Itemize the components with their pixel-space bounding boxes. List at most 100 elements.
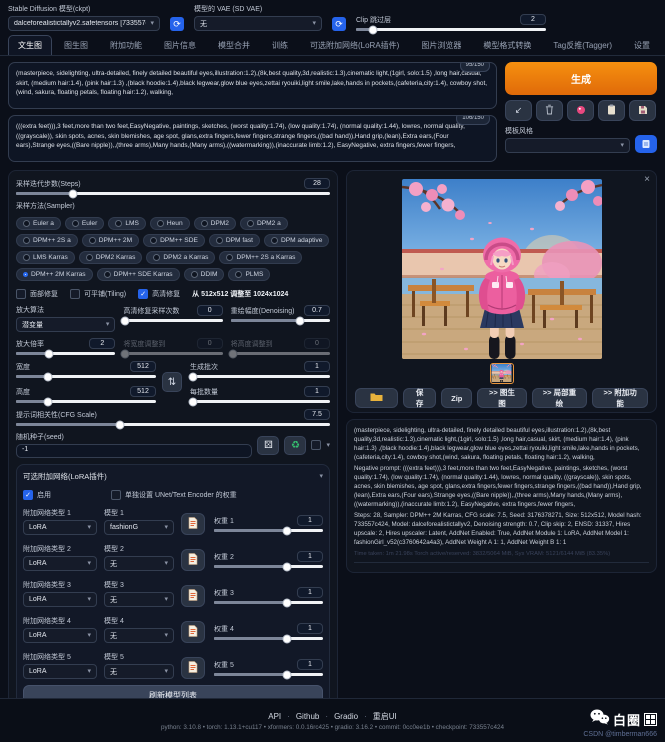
open-folder-button[interactable] xyxy=(355,388,398,408)
sampler-option-euler[interactable]: Euler xyxy=(65,217,104,230)
footer-link-重启ui[interactable]: 重启UI xyxy=(373,712,397,721)
slider-handle[interactable] xyxy=(283,598,292,607)
lora-weight-slider-4[interactable]: 权重 41 xyxy=(214,623,323,643)
lora-weight-slider-1[interactable]: 权重 11 xyxy=(214,515,323,535)
restore-faces-checkbox[interactable]: 面部修复 xyxy=(16,289,58,299)
style-select[interactable]: ▾ xyxy=(505,138,630,153)
zip-button[interactable]: Zip xyxy=(441,388,472,408)
sampler-option-dpm-2s-a-karras[interactable]: DPM++ 2S a Karras xyxy=(219,251,302,264)
slider-handle[interactable] xyxy=(283,562,292,571)
slider-value[interactable]: 1 xyxy=(297,587,323,598)
clip-skip-slider[interactable]: Clip 跳过层2 xyxy=(356,14,546,31)
collapse-icon[interactable]: ▾ xyxy=(319,473,323,480)
lora-model-1-select[interactable]: fashionG▾ xyxy=(104,520,174,535)
lora-model-file-button-3[interactable] xyxy=(181,585,205,607)
swap-dimensions-button[interactable]: ⇅ xyxy=(162,372,182,392)
read-params-button[interactable]: ↙ xyxy=(505,100,532,121)
lora-model-file-button-1[interactable] xyxy=(181,513,205,535)
negative-prompt-textarea[interactable]: 106/150 (((extra feet))),3 feet,more tha… xyxy=(8,115,497,162)
tab-pnginfo[interactable]: 图片信息 xyxy=(154,35,206,55)
slider-track[interactable] xyxy=(214,529,323,532)
gallery-thumbnail[interactable] xyxy=(490,363,514,384)
slider-handle[interactable] xyxy=(115,420,124,429)
random-seed-button[interactable]: ⚄ xyxy=(257,436,279,455)
slider-handle[interactable] xyxy=(121,316,130,325)
seed-extra-checkbox[interactable] xyxy=(311,440,321,450)
slider-value[interactable]: 1 xyxy=(297,623,323,634)
seed-input[interactable]: -1 xyxy=(16,444,252,458)
ckpt-refresh-button[interactable]: ⟳ xyxy=(170,17,184,31)
sampler-option-heun[interactable]: Heun xyxy=(150,217,190,230)
sampler-option-euler-a[interactable]: Euler a xyxy=(16,217,61,230)
sampler-option-ddim[interactable]: DDIM xyxy=(184,268,225,281)
lora-weight-slider-3[interactable]: 权重 31 xyxy=(214,587,323,607)
sampler-option-lms[interactable]: LMS xyxy=(108,217,146,230)
slider-track[interactable] xyxy=(356,28,546,31)
lora-model-file-button-4[interactable] xyxy=(181,621,205,643)
tab-tagger[interactable]: Tag反推(Tagger) xyxy=(543,35,622,55)
slider-handle[interactable] xyxy=(283,634,292,643)
lora-enable-checkbox[interactable]: ✓ 启用 xyxy=(23,490,51,500)
slider-handle[interactable] xyxy=(68,189,77,198)
slider-value[interactable]: 512 xyxy=(130,361,156,372)
batch-count-slider[interactable]: 生成批次1 xyxy=(190,361,330,378)
sampler-option-dpm-2m[interactable]: DPM++ 2M xyxy=(82,234,139,247)
slider-track[interactable] xyxy=(123,319,222,322)
tab-checkpoint-merger[interactable]: 模型合并 xyxy=(208,35,260,55)
slider-value[interactable]: 2 xyxy=(520,14,546,25)
send-to-img2img-button[interactable]: >> 图生图 xyxy=(477,388,526,408)
batch-size-slider[interactable]: 每批数量1 xyxy=(190,386,330,403)
width-slider[interactable]: 宽度512 xyxy=(16,361,156,378)
tab-model-converter[interactable]: 模型格式转换 xyxy=(473,35,541,55)
sampler-option-dpm2-a-karras[interactable]: DPM2 a Karras xyxy=(146,251,215,264)
send-to-extras-button[interactable]: >> 附加功能 xyxy=(592,388,648,408)
sampler-option-dpm-sde-karras[interactable]: DPM++ SDE Karras xyxy=(97,268,180,281)
sampler-option-dpm-adaptive[interactable]: DPM adaptive xyxy=(264,234,329,247)
slider-value[interactable]: 1 xyxy=(304,386,330,397)
lora-weight-slider-2[interactable]: 权重 21 xyxy=(214,551,323,571)
sampler-option-dpm-sde[interactable]: DPM++ SDE xyxy=(143,234,205,247)
slider-track[interactable] xyxy=(190,400,330,403)
tiling-checkbox[interactable]: 可平铺(Tiling) xyxy=(70,289,126,299)
lora-model-file-button-5[interactable] xyxy=(181,657,205,679)
slider-track[interactable] xyxy=(190,375,330,378)
sampler-option-dpm-2s-a[interactable]: DPM++ 2S a xyxy=(16,234,78,247)
slider-track[interactable] xyxy=(231,319,330,322)
upscale-by-slider[interactable]: 放大倍率2 xyxy=(16,338,115,355)
extra-networks-button[interactable] xyxy=(567,100,594,121)
steps-slider[interactable]: 采样迭代步数(Steps)28 xyxy=(16,178,330,195)
save-button[interactable]: 保存 xyxy=(403,388,436,408)
slider-value[interactable]: 1 xyxy=(297,515,323,526)
upscaler-select[interactable]: 潜变量 ▾ xyxy=(16,317,115,332)
resize-height-slider[interactable]: 将高度调整到0 xyxy=(231,338,330,355)
slider-value[interactable]: 7.5 xyxy=(304,409,330,420)
footer-link-gradio[interactable]: Gradio xyxy=(334,712,358,721)
lora-type-3-select[interactable]: LoRA▾ xyxy=(23,592,97,607)
tab-image-browser[interactable]: 图片浏览器 xyxy=(411,35,471,55)
slider-track[interactable] xyxy=(16,423,330,426)
slider-track[interactable] xyxy=(16,192,330,195)
ckpt-select[interactable]: dalceforealistictallyv2.safetensors [733… xyxy=(8,16,160,31)
slider-track[interactable] xyxy=(231,352,330,355)
close-icon[interactable]: × xyxy=(644,174,650,185)
slider-value[interactable]: 0 xyxy=(304,338,330,349)
slider-track[interactable] xyxy=(16,375,156,378)
hires-fix-checkbox[interactable]: ✓ 高清修复 xyxy=(138,289,180,299)
slider-handle[interactable] xyxy=(44,372,53,381)
slider-handle[interactable] xyxy=(188,397,197,406)
tab-additional-networks[interactable]: 可选附加网络(LoRA插件) xyxy=(300,35,409,55)
slider-value[interactable]: 28 xyxy=(304,178,330,189)
vae-refresh-button[interactable]: ⟳ xyxy=(332,17,346,31)
tab-extras[interactable]: 附加功能 xyxy=(100,35,152,55)
slider-value[interactable]: 0 xyxy=(197,338,223,349)
slider-track[interactable] xyxy=(214,565,323,568)
slider-track[interactable] xyxy=(16,400,156,403)
lora-weight-slider-5[interactable]: 权重 51 xyxy=(214,659,323,679)
footer-link-github[interactable]: Github xyxy=(296,712,320,721)
reuse-seed-button[interactable]: ♻ xyxy=(284,436,306,455)
cfg-scale-slider[interactable]: 提示词相关性(CFG Scale)7.5 xyxy=(16,409,330,426)
save-style-button[interactable] xyxy=(629,100,656,121)
tab-settings[interactable]: 设置 xyxy=(624,35,660,55)
save-style-blue-button[interactable] xyxy=(635,135,657,153)
resize-width-slider[interactable]: 将宽度调整到0 xyxy=(123,338,222,355)
